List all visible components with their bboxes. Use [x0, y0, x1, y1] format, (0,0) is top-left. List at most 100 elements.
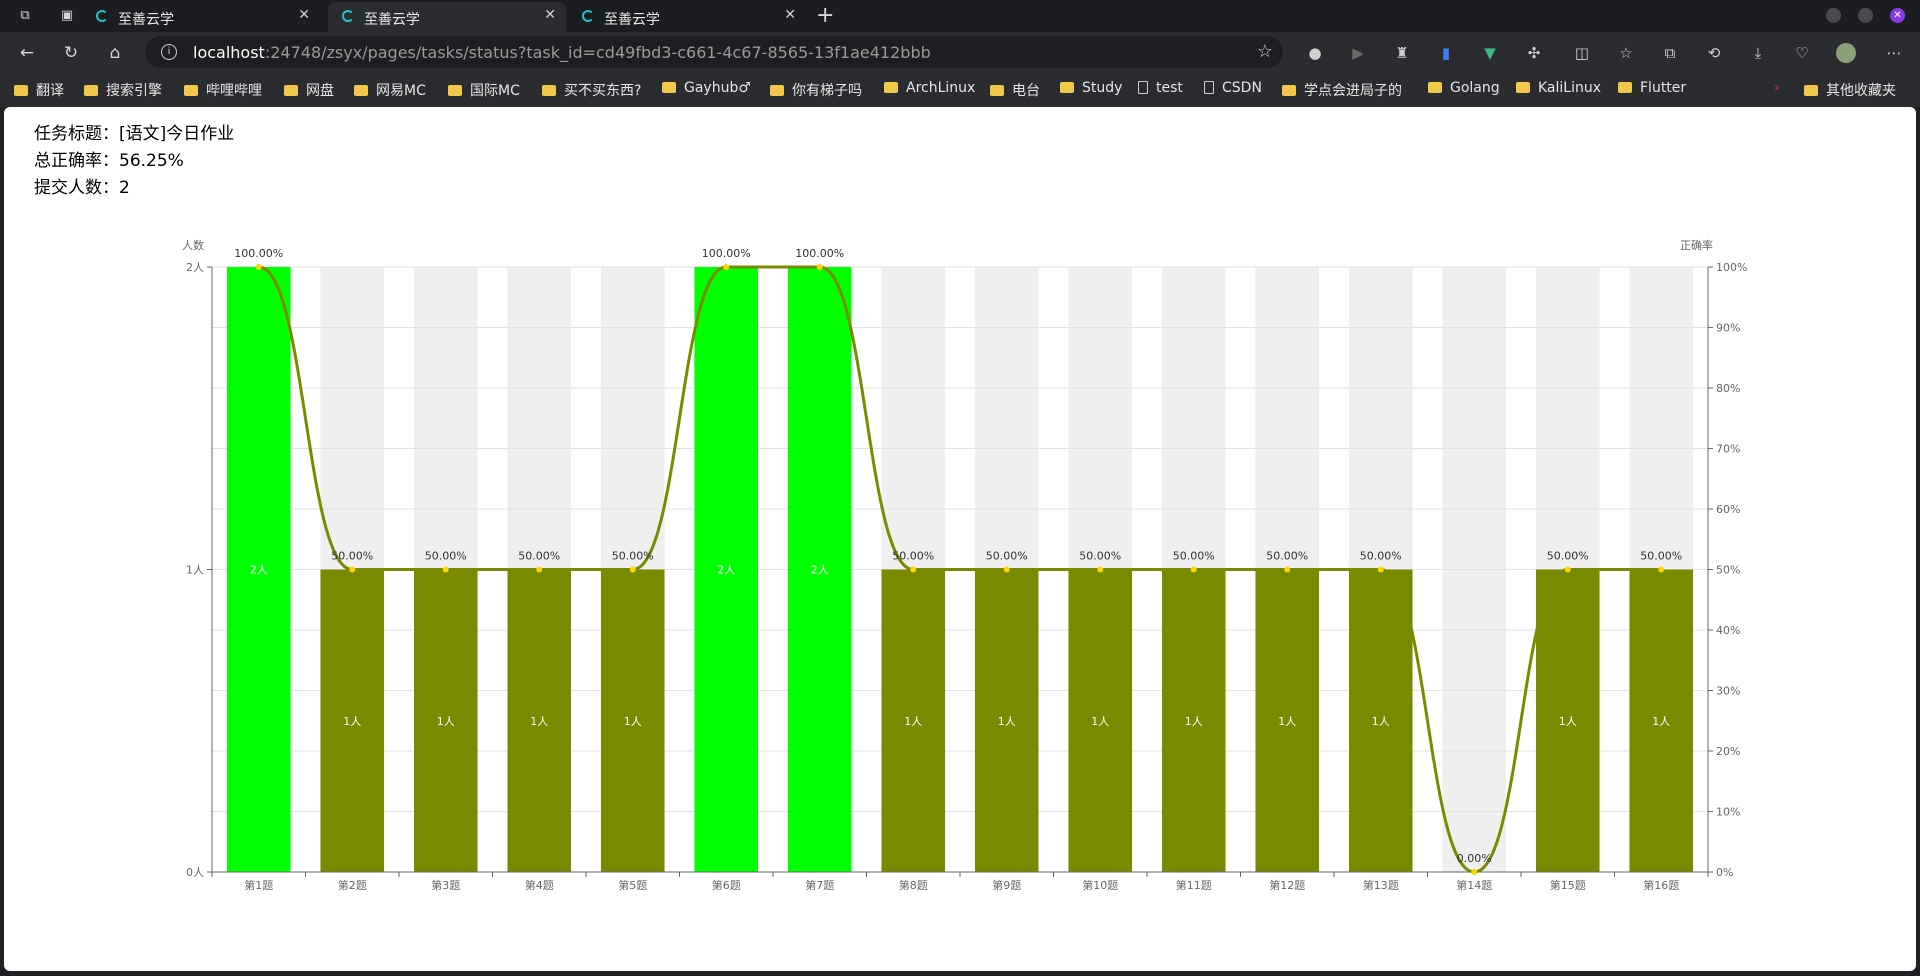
- bar-count-label: 1人: [343, 715, 361, 728]
- x-tick-label: 第2题: [338, 878, 367, 892]
- bookmark-folder[interactable]: 翻译: [14, 80, 64, 100]
- site-info-icon[interactable]: i: [161, 44, 177, 60]
- tab-title: 至善云学: [118, 12, 174, 28]
- minimize-button[interactable]: [1826, 8, 1841, 23]
- workspaces-icon[interactable]: ⧉: [16, 7, 34, 25]
- accuracy-label: 100.00%: [234, 247, 283, 260]
- bookmark-folder[interactable]: Golang: [1428, 80, 1500, 100]
- folder-icon: [1428, 82, 1442, 93]
- bookmark-page[interactable]: test: [1138, 80, 1183, 100]
- right-tick-label: 0%: [1716, 866, 1733, 879]
- history-icon[interactable]: ⟲: [1704, 43, 1724, 63]
- new-tab-button[interactable]: +: [816, 3, 834, 28]
- tab-3[interactable]: 至善云学 ✕: [568, 2, 806, 32]
- bookmark-folder[interactable]: Flutter: [1618, 80, 1686, 100]
- accuracy-point: [1284, 566, 1291, 573]
- performance-icon[interactable]: ♡: [1792, 43, 1812, 63]
- extension-play-icon[interactable]: ▶: [1348, 43, 1368, 63]
- bookmark-folder[interactable]: 国际MC: [448, 80, 520, 100]
- left-tick-label: 2人: [186, 261, 204, 274]
- address-bar[interactable]: i localhost:24748/zsyx/pages/tasks/statu…: [145, 36, 1283, 68]
- bookmark-folder[interactable]: 哔哩哔哩: [184, 80, 262, 100]
- right-tick-label: 50%: [1716, 564, 1740, 577]
- extension-doc-icon[interactable]: ▮: [1436, 43, 1456, 63]
- accuracy-label: 100.00%: [795, 247, 844, 260]
- tab-bar: ⧉ ▣ 至善云学 ✕ 至善云学 ✕ 至善云学 ✕ + ✕: [0, 0, 1920, 32]
- right-tick-label: 20%: [1716, 745, 1740, 758]
- page-content: 任务标题：[语文]今日作业 总正确率：56.25% 提交人数：2 0人 1人 2人 0…: [4, 107, 1916, 971]
- vue-devtools-icon[interactable]: ▼: [1480, 43, 1500, 63]
- folder-icon: [1618, 82, 1632, 93]
- extension-penguin-icon[interactable]: ●: [1305, 43, 1325, 63]
- downloads-icon[interactable]: ⤓: [1748, 43, 1768, 63]
- folder-icon: [84, 85, 98, 96]
- left-tick-label: 1人: [186, 564, 204, 577]
- close-tab-icon[interactable]: ✕: [544, 7, 556, 23]
- split-screen-icon[interactable]: ◫: [1572, 43, 1592, 63]
- tab-2[interactable]: 至善云学 ✕: [328, 2, 566, 32]
- accuracy-label: 50.00%: [1547, 550, 1589, 563]
- right-axis-title: 正确率: [1680, 238, 1713, 252]
- back-icon[interactable]: ←: [16, 42, 38, 64]
- profile-avatar[interactable]: [1836, 43, 1856, 63]
- folder-icon: [14, 85, 28, 96]
- close-window-button[interactable]: ✕: [1890, 8, 1905, 23]
- folder-icon: [354, 85, 368, 96]
- other-bookmarks-folder[interactable]: 其他收藏夹: [1804, 80, 1896, 100]
- left-tick-label: 0人: [186, 866, 204, 879]
- folder-icon: [542, 85, 556, 96]
- bar-count-label: 1人: [1559, 715, 1577, 728]
- bookmark-page[interactable]: CSDN: [1204, 80, 1262, 100]
- page-icon: [1138, 81, 1148, 94]
- extensions-puzzle-icon[interactable]: ✣: [1524, 43, 1544, 63]
- tab-1[interactable]: 至善云学 ✕: [82, 2, 320, 32]
- close-tab-icon[interactable]: ✕: [298, 7, 310, 23]
- bookmark-folder[interactable]: KaliLinux: [1516, 80, 1601, 100]
- right-tick-label: 80%: [1716, 382, 1740, 395]
- x-tick-label: 第10题: [1082, 878, 1118, 892]
- folder-icon: [1516, 82, 1530, 93]
- refresh-icon[interactable]: ↻: [60, 42, 82, 64]
- close-tab-icon[interactable]: ✕: [784, 7, 796, 23]
- accuracy-label: 50.00%: [1079, 550, 1121, 563]
- accuracy-point: [442, 566, 449, 573]
- accuracy-label: 50.00%: [1173, 550, 1215, 563]
- bar-count-label: 2人: [250, 564, 268, 577]
- bookmark-folder[interactable]: 电台: [990, 80, 1040, 100]
- url-text[interactable]: localhost:24748/zsyx/pages/tasks/status?…: [193, 43, 931, 62]
- right-tick-label: 60%: [1716, 503, 1740, 516]
- bar-count-label: 1人: [1372, 715, 1390, 728]
- folder-icon: [448, 85, 462, 96]
- tab-actions-icon[interactable]: ▣: [58, 7, 76, 25]
- site-favicon-icon: [96, 10, 108, 22]
- x-tick-label: 第4题: [525, 878, 554, 892]
- x-tick-label: 第8题: [899, 878, 928, 892]
- collections-icon[interactable]: ⧉: [1660, 43, 1680, 63]
- extension-agent-icon[interactable]: ♜: [1392, 43, 1412, 63]
- bookmark-folder[interactable]: 买不买东西?: [542, 80, 641, 100]
- bookmark-folder[interactable]: Study: [1060, 80, 1122, 100]
- home-icon[interactable]: ⌂: [104, 42, 126, 64]
- bar-count-label: 1人: [998, 715, 1016, 728]
- bookmark-folder[interactable]: ArchLinux: [884, 80, 975, 100]
- accuracy-point: [255, 264, 262, 270]
- bookmark-folder[interactable]: Gayhub♂: [662, 80, 751, 100]
- bookmark-folder[interactable]: 网易MC: [354, 80, 426, 100]
- bookmark-folder[interactable]: 搜索引擎: [84, 80, 162, 100]
- folder-icon: [662, 82, 676, 93]
- bookmark-folder[interactable]: 你有梯子吗: [770, 80, 862, 100]
- favorite-star-icon[interactable]: ☆: [1257, 41, 1273, 62]
- x-tick-label: 第3题: [431, 878, 460, 892]
- accuracy-label: 50.00%: [518, 550, 560, 563]
- accuracy-label: 50.00%: [892, 550, 934, 563]
- bookmark-folder[interactable]: 学点会进局子的: [1282, 80, 1402, 100]
- bookmark-folder[interactable]: 网盘: [284, 80, 334, 100]
- bookmarks-overflow-icon[interactable]: ›: [1774, 80, 1780, 100]
- x-tick-label: 第7题: [805, 878, 834, 892]
- maximize-button[interactable]: [1858, 8, 1873, 23]
- more-menu-icon[interactable]: ⋯: [1884, 43, 1904, 63]
- bar-count-label: 1人: [1185, 715, 1203, 728]
- bar-count-label: 1人: [1652, 715, 1670, 728]
- site-favicon-icon: [342, 10, 354, 22]
- favorites-icon[interactable]: ☆: [1616, 43, 1636, 63]
